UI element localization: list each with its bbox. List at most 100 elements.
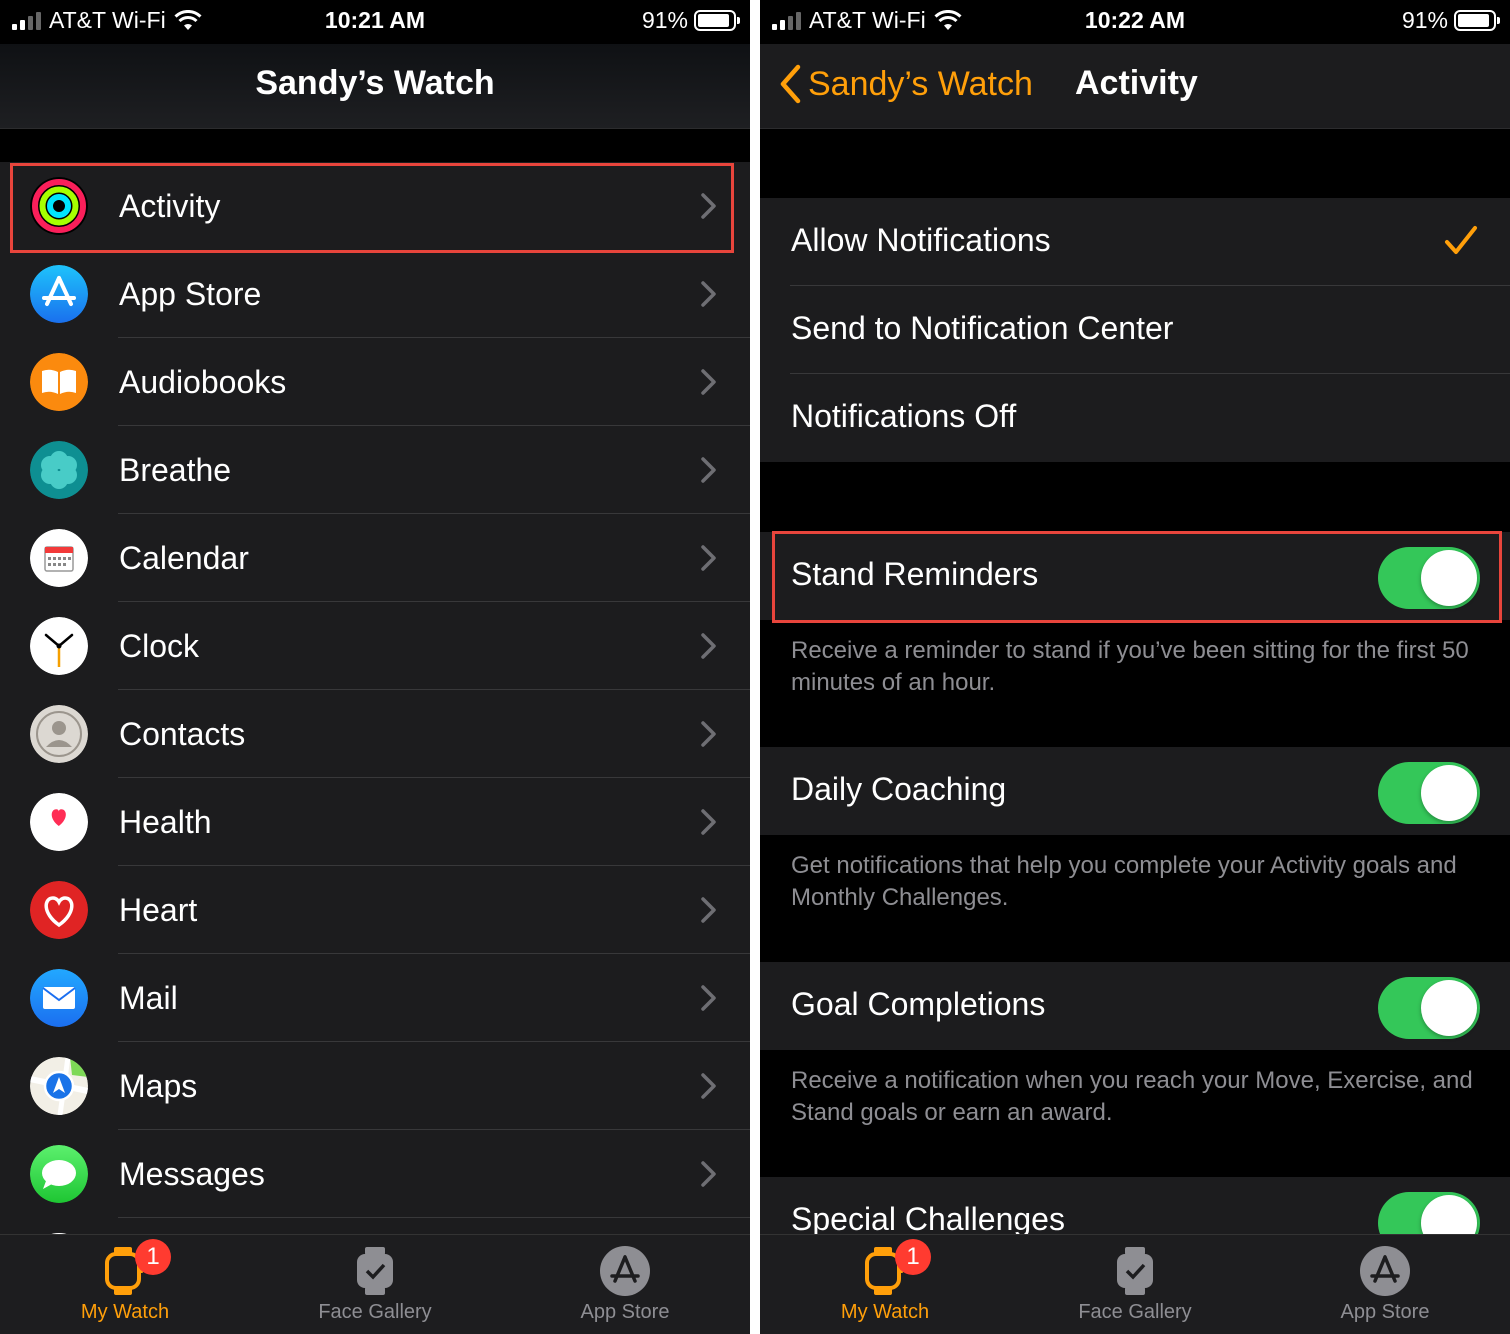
heart-icon [30,881,88,939]
list-item-label: Audiobooks [119,363,287,400]
navigation-bar: Sandy’s Watch [0,44,750,129]
notification-badge: 1 [135,1239,171,1275]
app-store-tab-icon [1359,1245,1411,1297]
status-bar: AT&T Wi-Fi 10:22 AM 91% [760,0,1510,44]
list-item-app-store[interactable]: App Store [0,250,750,338]
mail-envelope-icon [30,969,88,1027]
daily-coaching-toggle[interactable] [1378,762,1480,824]
battery-percent: 91% [1401,7,1448,33]
tab-bar: 1 My Watch Face Gallery App Store [0,1234,750,1334]
chevron-right-icon [701,721,716,747]
chevron-right-icon [701,369,716,395]
list-item-label: Calendar [119,539,249,576]
list-item-contacts[interactable]: Contacts [0,690,750,778]
health-heart-icon [30,793,88,851]
status-time: 10:22 AM [1084,7,1186,33]
tab-label: Face Gallery [318,1301,432,1323]
app-store-tab-icon [599,1245,651,1297]
list-item-activity[interactable]: Activity [0,162,750,250]
activity-rings-icon [30,177,88,235]
breathe-icon [30,441,88,499]
goal-completions-group: Goal Completions [760,962,1510,1050]
list-item-label: Messages [119,1155,265,1192]
goal-completions-toggle[interactable] [1378,977,1480,1039]
battery-info: 91% [1401,7,1500,34]
list-item-heart[interactable]: Heart [0,866,750,954]
audiobooks-icon [30,353,88,411]
tab-my-watch[interactable]: 1 My Watch [0,1239,250,1324]
list-item-maps[interactable]: Maps [0,1042,750,1130]
setting-daily-coaching: Daily Coaching [760,747,1510,835]
list-item-label: Breathe [119,451,232,488]
stand-reminders-description: Receive a reminder to stand if you’ve be… [791,637,1469,696]
list-item-mail[interactable]: Mail [0,954,750,1042]
setting-goal-completions: Goal Completions [760,962,1510,1050]
tab-bar: 1 My Watch Face Gallery App Store [760,1234,1510,1334]
app-settings-list: Activity App Store Audiobooks Breathe Ca… [0,162,750,1306]
setting-label: Daily Coaching [791,771,1007,807]
daily-coaching-description: Get notifications that help you complete… [791,852,1457,911]
my-watch-screen: AT&T Wi-Fi 10:21 AM 91% Sandy’s Watch Ac… [0,0,750,1334]
face-gallery-icon [1109,1245,1161,1297]
setting-label: Special Challenges [791,1201,1065,1237]
navigation-bar: Sandy’s Watch Activity [760,44,1510,129]
back-button[interactable]: Sandy’s Watch [778,64,1033,104]
list-item-label: Maps [119,1067,198,1104]
list-item-messages[interactable]: Messages [0,1130,750,1218]
option-label: Notifications Off [791,398,1017,434]
daily-coaching-group: Daily Coaching [760,747,1510,835]
tab-label: Face Gallery [1078,1301,1192,1323]
stand-reminders-toggle[interactable] [1378,547,1480,609]
battery-icon [694,10,740,31]
back-label: Sandy’s Watch [808,64,1033,103]
list-item-label: App Store [119,275,262,312]
tab-app-store[interactable]: App Store [1260,1245,1510,1324]
list-item-clock[interactable]: Clock [0,602,750,690]
list-item-health[interactable]: Health [0,778,750,866]
notification-options: Allow Notifications Send to Notification… [760,198,1510,462]
battery-info: 91% [642,7,740,34]
face-gallery-icon [349,1245,401,1297]
option-allow-notifications[interactable]: Allow Notifications [760,198,1510,286]
messages-bubble-icon [30,1145,88,1203]
chevron-right-icon [701,281,716,307]
chevron-right-icon [701,985,716,1011]
list-item-label: Contacts [119,715,246,752]
list-item-label: Clock [119,627,200,664]
contacts-icon [30,705,88,763]
list-item-label: Mail [119,979,178,1016]
tab-label: My Watch [80,1301,170,1323]
checkmark-icon [1445,226,1477,254]
page-title: Activity [1075,64,1198,102]
chevron-right-icon [701,545,716,571]
notification-badge: 1 [895,1239,931,1275]
list-item-label: Health [119,803,212,840]
tab-label: My Watch [840,1301,930,1323]
chevron-right-icon [701,1073,716,1099]
list-item-audiobooks[interactable]: Audiobooks [0,338,750,426]
tab-face-gallery[interactable]: Face Gallery [1010,1245,1260,1324]
page-title: Sandy’s Watch [255,64,495,102]
list-item-label: Activity [119,187,221,224]
maps-icon [30,1057,88,1115]
list-item-breathe[interactable]: Breathe [0,426,750,514]
status-bar: AT&T Wi-Fi 10:21 AM 91% [0,0,750,44]
stand-reminders-group: Stand Reminders [760,532,1510,620]
option-send-to-notification-center[interactable]: Send to Notification Center [760,286,1510,374]
tab-my-watch[interactable]: 1 My Watch [760,1239,1010,1324]
list-item-label: Heart [119,891,198,928]
setting-stand-reminders: Stand Reminders [760,532,1510,620]
list-item-calendar[interactable]: Calendar [0,514,750,602]
my-watch-icon: 1 [99,1239,171,1297]
chevron-left-icon [780,64,801,104]
tab-face-gallery[interactable]: Face Gallery [250,1245,500,1324]
setting-label: Stand Reminders [791,556,1039,592]
status-time: 10:21 AM [324,7,426,33]
tab-app-store[interactable]: App Store [500,1245,750,1324]
chevron-right-icon [701,809,716,835]
option-notifications-off[interactable]: Notifications Off [760,374,1510,462]
goal-completions-description: Receive a notification when you reach yo… [791,1067,1473,1126]
chevron-right-icon [701,457,716,483]
activity-settings-screen: AT&T Wi-Fi 10:22 AM 91% Sandy’s Watch Ac… [760,0,1510,1334]
battery-icon [1454,10,1500,31]
